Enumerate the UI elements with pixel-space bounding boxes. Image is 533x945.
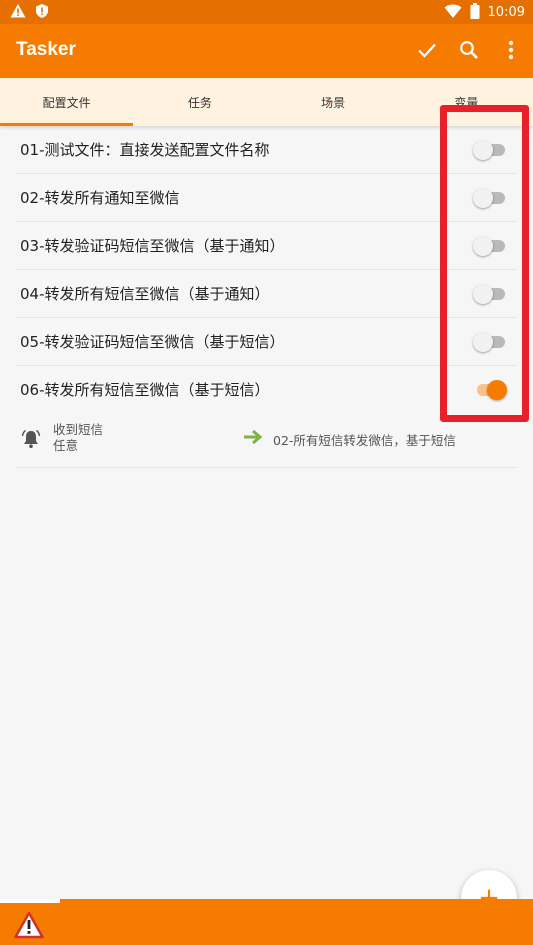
profile-context[interactable]: 收到短信 任意 [53,422,103,454]
battery-icon [470,3,480,23]
arrow-right-icon [243,429,263,445]
profile-name: 06-转发所有短信至微信（基于短信） [20,381,270,399]
profile-detail: 收到短信 任意 02-所有短信转发微信，基于短信 [16,414,517,468]
more-vert-icon[interactable] [499,38,523,62]
context-subtitle: 任意 [53,438,79,453]
profile-toggle[interactable] [473,284,507,304]
profile-name: 02-转发所有通知至微信 [20,189,180,207]
check-icon[interactable] [415,38,439,62]
profile-row[interactable]: 01-测试文件：直接发送配置文件名称 [16,126,517,174]
bottom-indicator [0,899,60,903]
profile-row[interactable]: 04-转发所有短信至微信（基于通知） [16,270,517,318]
bell-icon[interactable] [20,428,42,450]
bottom-bar [0,899,533,945]
shield-icon [34,3,50,23]
profile-name: 04-转发所有短信至微信（基于通知） [20,285,270,303]
profile-list: 01-测试文件：直接发送配置文件名称 02-转发所有通知至微信 03-转发验证码… [0,126,533,468]
warning-icon [10,3,26,23]
app-bar: Tasker [0,24,533,78]
profile-toggle[interactable] [473,332,507,352]
profile-toggle[interactable] [473,236,507,256]
profile-row[interactable]: 06-转发所有短信至微信（基于短信） [16,366,517,414]
context-title: 收到短信 [53,422,104,437]
profile-toggle[interactable] [473,380,507,400]
linked-task[interactable]: 02-所有短信转发微信，基于短信 [273,430,456,449]
app-title: Tasker [16,39,76,60]
profile-row[interactable]: 05-转发验证码短信至微信（基于短信） [16,318,517,366]
profile-name: 03-转发验证码短信至微信（基于通知） [20,237,285,255]
status-time: 10:09 [487,5,525,20]
profile-row[interactable]: 02-转发所有通知至微信 [16,174,517,222]
warning-triangle-icon[interactable] [14,911,44,939]
profile-row[interactable]: 03-转发验证码短信至微信（基于通知） [16,222,517,270]
tab-profiles[interactable]: 配置文件 [0,78,134,126]
tab-variables[interactable]: 变量 [400,78,533,126]
status-bar: 10:09 [0,0,533,24]
search-icon[interactable] [457,38,481,62]
tab-bar: 配置文件 任务 场景 变量 [0,78,533,126]
profile-toggle[interactable] [473,188,507,208]
wifi-icon [444,3,462,23]
profile-name: 05-转发验证码短信至微信（基于短信） [20,333,285,351]
tab-tasks[interactable]: 任务 [133,78,266,126]
tab-scenes[interactable]: 场景 [267,78,400,126]
profile-toggle[interactable] [473,140,507,160]
profile-name: 01-测试文件：直接发送配置文件名称 [20,141,270,159]
